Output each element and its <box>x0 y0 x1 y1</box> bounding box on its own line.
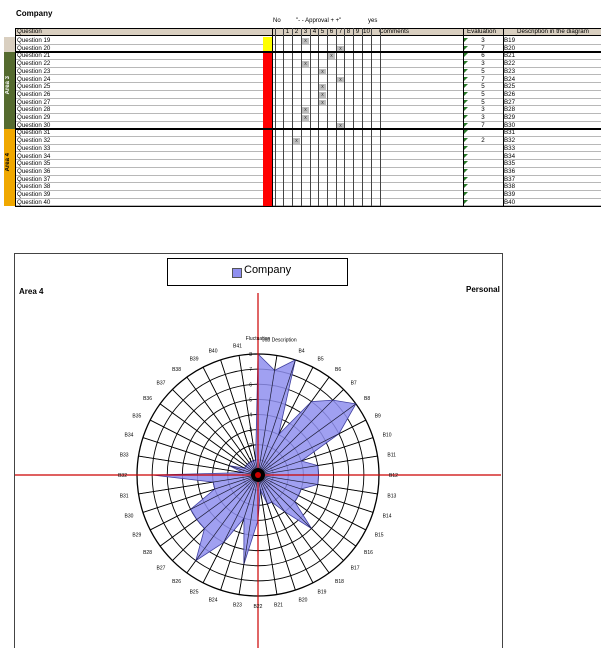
category-label: B8 <box>364 396 370 402</box>
ring-label: 3 <box>249 428 252 434</box>
ring-label: 7 <box>249 367 252 373</box>
category-label: B18 <box>335 579 344 585</box>
grid-spoke-overlay <box>220 359 259 476</box>
ring-label: 6 <box>249 382 252 388</box>
category-label: B32 <box>118 473 127 479</box>
category-label: B38 <box>172 367 181 373</box>
category-label: B29 <box>132 533 141 539</box>
category-label: B40 <box>209 348 218 354</box>
category-label: B4 <box>299 348 305 354</box>
category-label: B5 <box>318 356 324 362</box>
center-dot-inner <box>255 472 261 478</box>
category-label: B41 <box>233 344 242 350</box>
radar-chart: 12345678FluctuationJob DescriptionB4B5B6… <box>15 293 501 648</box>
category-label: B6 <box>335 367 341 373</box>
category-label: B21 <box>274 602 283 608</box>
category-label: B16 <box>364 550 373 556</box>
category-label: B39 <box>190 356 199 362</box>
category-label: B37 <box>156 380 165 386</box>
category-label: B26 <box>172 579 181 585</box>
ring-label: 1 <box>249 458 252 464</box>
category-label: B35 <box>132 414 141 420</box>
category-label: B22 <box>254 604 263 610</box>
category-label: B7 <box>351 380 357 386</box>
category-label: B31 <box>120 494 129 500</box>
grid-spoke-overlay <box>142 437 259 476</box>
category-label: B15 <box>375 533 384 539</box>
category-label: B27 <box>156 566 165 572</box>
grid-spoke-overlay <box>172 389 259 476</box>
category-label: B28 <box>143 550 152 556</box>
category-label: B20 <box>299 598 308 604</box>
category-label: B36 <box>143 396 152 402</box>
category-label: B14 <box>383 514 392 520</box>
ring-label: 5 <box>249 397 252 403</box>
category-label: B30 <box>124 514 133 520</box>
category-label: B23 <box>233 602 242 608</box>
category-label: B9 <box>375 414 381 420</box>
category-label: B25 <box>190 590 199 596</box>
category-label: B11 <box>387 453 396 459</box>
category-label: B17 <box>351 566 360 572</box>
category-label: B19 <box>318 590 327 596</box>
category-label: B34 <box>124 433 133 439</box>
category-label: B13 <box>387 494 396 500</box>
ring-label: 2 <box>249 443 252 449</box>
ring-label: 4 <box>249 413 252 419</box>
series-company-area <box>152 353 357 565</box>
category-label: B10 <box>383 433 392 439</box>
category-label: B33 <box>120 453 129 459</box>
category-label: B24 <box>209 598 218 604</box>
category-label: Job Description <box>262 338 297 344</box>
ring-label: 8 <box>249 352 252 358</box>
category-label: B12 <box>389 473 398 479</box>
